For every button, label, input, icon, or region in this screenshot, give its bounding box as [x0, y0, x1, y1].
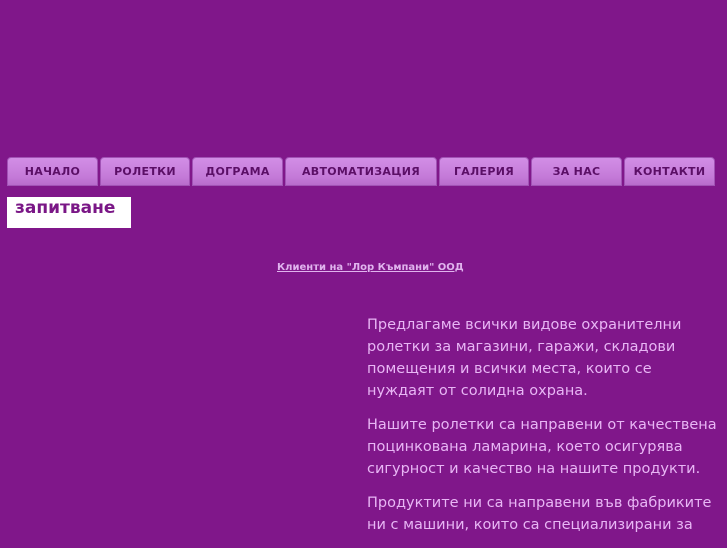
content-paragraph: Нашите ролетки са направени от качествен… — [367, 417, 717, 477]
nav-item-home[interactable]: НАЧАЛО — [7, 157, 98, 186]
main-content: Предлагаме всички видове охранителни рол… — [367, 314, 723, 548]
content-paragraph: Продуктите ни са направени във фабриките… — [367, 495, 712, 533]
nav-item-roller-shutters[interactable]: РОЛЕТКИ — [100, 157, 190, 186]
main-navigation: НАЧАЛО РОЛЕТКИ ДОГРАМА АВТОМАТИЗАЦИЯ ГАЛ… — [7, 157, 715, 186]
nav-item-automation[interactable]: АВТОМАТИЗАЦИЯ — [285, 157, 437, 186]
nav-item-gallery[interactable]: ГАЛЕРИЯ — [439, 157, 529, 186]
inquiry-box[interactable]: запитване — [7, 197, 131, 228]
content-paragraph: Предлагаме всички видове охранителни рол… — [367, 317, 682, 399]
clients-link[interactable]: Клиенти на "Лор Къмпани" ООД — [277, 262, 464, 273]
nav-item-contacts[interactable]: КОНТАКТИ — [624, 157, 715, 186]
nav-item-about[interactable]: ЗА НАС — [531, 157, 622, 186]
nav-item-joinery[interactable]: ДОГРАМА — [192, 157, 283, 186]
